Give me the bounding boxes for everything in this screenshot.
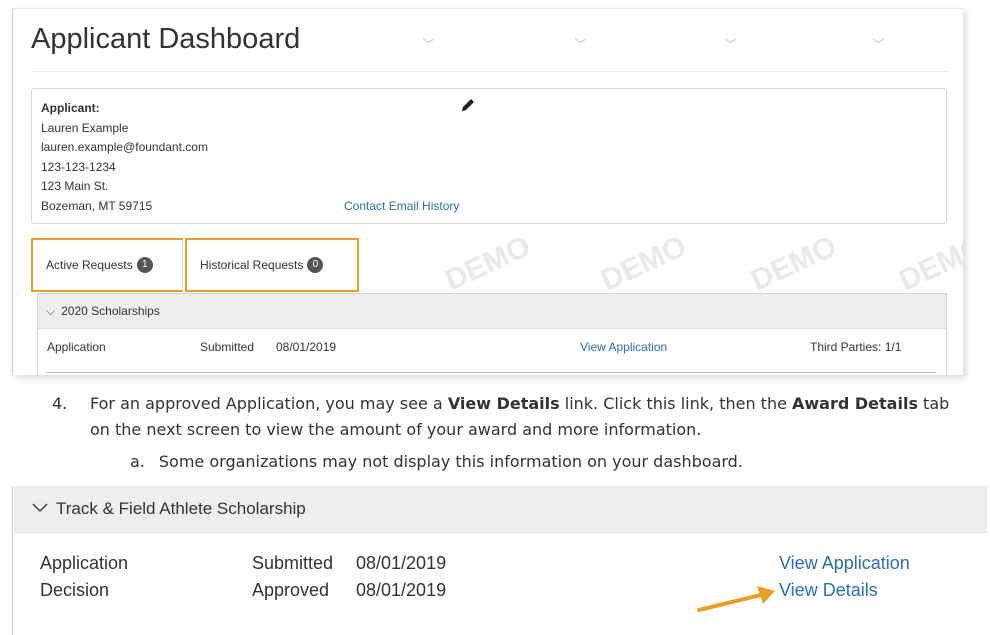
page-title: Applicant Dashboard <box>31 23 301 55</box>
count-badge: 0 <box>307 257 324 273</box>
callout-arrow-icon <box>697 586 775 612</box>
count-badge: 1 <box>136 257 153 273</box>
row-divider <box>46 372 936 373</box>
third-parties-count: Third Parties: 1/1 <box>810 340 902 354</box>
instruction-step-4: 4. For an approved Application, you may … <box>52 391 960 443</box>
applicant-name: Lauren Example <box>41 121 129 135</box>
watermark-chevron-icon: ⌄ <box>866 27 891 47</box>
contact-email-history-link[interactable]: Contact Email History <box>344 199 459 213</box>
sub-step-text: Some organizations may not display this … <box>158 452 743 471</box>
scholarship-screenshot: Track & Field Athlete Scholarship Applic… <box>12 486 988 635</box>
watermark-chevron-icon: ⌄ <box>416 27 441 47</box>
watermark: DEMO <box>596 229 692 298</box>
applicant-address-line1: 123 Main St. <box>41 179 109 193</box>
row-type: Application <box>40 553 129 573</box>
applicant-card: Applicant: Lauren Example lauren.example… <box>31 88 947 224</box>
applicant-address-line2: Bozeman, MT 59715 <box>41 199 153 213</box>
row-date: 08/01/2019 <box>356 580 447 600</box>
group-header[interactable]: ⌵ 2020 Scholarships <box>38 294 946 329</box>
title-divider <box>31 71 949 72</box>
row-status: Submitted <box>200 340 255 354</box>
view-application-link[interactable]: View Application <box>580 340 667 354</box>
watermark: DEMO <box>440 229 536 298</box>
step-text-part: link. Click this link, then the <box>559 394 793 413</box>
row-status: Approved <box>252 580 330 600</box>
view-application-link[interactable]: View Application <box>779 553 910 574</box>
chevron-down-icon: ⌵ <box>46 303 56 318</box>
watermark-chevron-icon: ⌄ <box>568 27 593 47</box>
instruction-sub-a: a. Some organizations may not display thi… <box>130 452 743 471</box>
applicant-phone: 123-123-1234 <box>41 160 116 174</box>
scholarship-group: ⌵ 2020 Scholarships Application Submitte… <box>37 293 947 375</box>
tab-label: Historical Requests <box>200 258 304 272</box>
step-text-part: For an approved Application, you may see… <box>90 394 448 413</box>
applicant-email: lauren.example@foundant.com <box>41 140 208 154</box>
step-bold-view-details: View Details <box>447 394 560 413</box>
sub-step-letter: a. <box>130 452 145 471</box>
group-title: 2020 Scholarships <box>61 304 160 318</box>
row-date: 08/01/2019 <box>356 553 447 573</box>
watermark-chevron-icon: ⌄ <box>718 27 743 47</box>
chevron-down-icon <box>32 500 48 518</box>
step-number: 4. <box>52 394 68 413</box>
watermark: DEMO <box>746 229 842 298</box>
tab-active-requests[interactable]: Active Requests 1 <box>31 238 183 292</box>
row-status: Submitted <box>252 553 334 573</box>
row-type: Decision <box>40 580 110 600</box>
row-date: 08/01/2019 <box>276 340 337 354</box>
row-type: Application <box>47 340 106 354</box>
pencil-icon[interactable] <box>460 97 476 118</box>
tab-historical-requests[interactable]: Historical Requests 0 <box>185 238 359 292</box>
step-bold-award-details: Award Details <box>792 394 918 413</box>
scholarship-title: Track & Field Athlete Scholarship <box>56 499 306 518</box>
dashboard-screenshot: ⌄ ⌄ ⌄ ⌄ DEMO DEMO DEMO DEMO Applicant Da… <box>12 8 963 375</box>
applicant-label: Applicant: <box>41 101 100 115</box>
view-details-link[interactable]: View Details <box>779 580 878 601</box>
watermark: DEMO <box>894 229 963 298</box>
scholarship-header[interactable]: Track & Field Athlete Scholarship <box>14 486 987 533</box>
tab-label: Active Requests <box>46 258 133 272</box>
step-text: For an approved Application, you may see… <box>90 391 960 443</box>
